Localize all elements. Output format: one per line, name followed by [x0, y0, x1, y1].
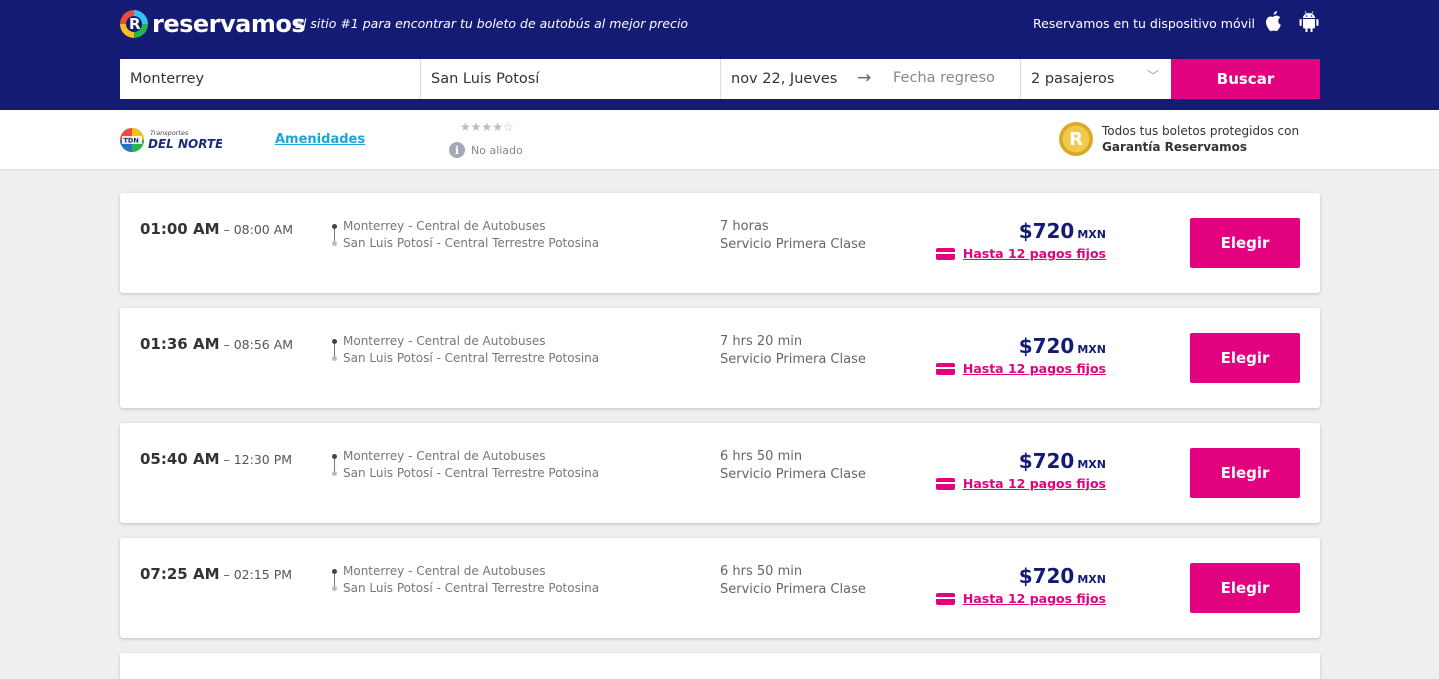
installments-link[interactable]: Hasta 12 pagos fijos: [935, 361, 1106, 376]
trip-list: 01:00 AM – 08:00 AM Monterrey - Central …: [120, 193, 1320, 679]
credit-card-icon: [935, 477, 955, 490]
departure-time: 01:36 AM – 08:56 AM: [140, 335, 294, 353]
destination-field[interactable]: San Luis Potosí: [421, 59, 721, 99]
route: Monterrey - Central de Autobuses San Lui…: [332, 449, 599, 483]
price: $720 MXN: [1018, 564, 1106, 588]
destination-terminal: San Luis Potosí - Central Terrestre Poto…: [343, 581, 600, 595]
credit-card-icon: [935, 247, 955, 260]
origin-terminal: Monterrey - Central de Autobuses: [343, 564, 546, 578]
tagline: El sitio #1 para encontrar tu boleto de …: [295, 16, 689, 31]
departure-time: 05:40 AM – 12:30 PM: [140, 450, 293, 468]
chevron-down-icon: ﹀: [1146, 69, 1159, 83]
trip-card: 01:36 AM – 08:56 AM Monterrey - Central …: [120, 308, 1320, 408]
select-trip-button[interactable]: Elegir: [1190, 563, 1300, 613]
currency: MXN: [1077, 343, 1106, 356]
price: $720 MXN: [1018, 334, 1106, 358]
svg-text:TDN: TDN: [124, 137, 139, 145]
return-date-placeholder[interactable]: Fecha regreso: [893, 70, 995, 86]
destination-terminal: San Luis Potosí - Central Terrestre Poto…: [343, 236, 600, 250]
trip-card: 07:25 AM – 02:15 PM Monterrey - Central …: [120, 538, 1320, 638]
reservamos-logo[interactable]: R reservamos: [120, 10, 306, 38]
trip-card-partial: [120, 653, 1320, 679]
guarantee-badge-icon: R: [1059, 122, 1093, 156]
route: Monterrey - Central de Autobuses San Lui…: [332, 564, 599, 598]
credit-card-icon: [935, 592, 955, 605]
svg-text:Transportes: Transportes: [150, 129, 189, 137]
trip-duration: 6 hrs 50 min: [720, 449, 803, 464]
origin-field[interactable]: Monterrey: [120, 59, 421, 99]
trip-duration: 7 hrs 20 min: [720, 334, 803, 349]
destination-dot-icon: [332, 241, 337, 246]
trip-duration: 7 horas: [720, 219, 769, 234]
rating-stars: ★★★★☆: [460, 120, 514, 134]
logo-mark-icon: R: [120, 10, 148, 38]
carrier-bar: TDN Transportes DEL NORTE. Amenidades ★★…: [0, 110, 1439, 170]
mobile-app-text: Reservamos en tu dispositivo móvil: [1033, 16, 1255, 31]
service-class: Servicio Primera Clase: [720, 352, 866, 367]
route: Monterrey - Central de Autobuses San Lui…: [332, 334, 599, 368]
amenities-link[interactable]: Amenidades: [275, 132, 365, 147]
service-class: Servicio Primera Clase: [720, 582, 866, 597]
installments-link[interactable]: Hasta 12 pagos fijos: [935, 476, 1106, 491]
service-class: Servicio Primera Clase: [720, 467, 866, 482]
passengers-select[interactable]: 2 pasajeros ﹀: [1021, 59, 1171, 99]
search-button[interactable]: Buscar: [1171, 59, 1320, 99]
guarantee-name: Garantía Reservamos: [1102, 140, 1248, 154]
search-bar: Monterrey San Luis Potosí nov 22, Jueves…: [120, 59, 1320, 99]
destination-terminal: San Luis Potosí - Central Terrestre Poto…: [343, 466, 600, 480]
svg-text:DEL NORTE.: DEL NORTE.: [148, 137, 222, 151]
dates-field[interactable]: nov 22, Jueves → Fecha regreso: [721, 59, 1021, 99]
android-icon[interactable]: [1297, 10, 1321, 34]
credit-card-icon: [935, 362, 955, 375]
select-trip-button[interactable]: Elegir: [1190, 333, 1300, 383]
destination-terminal: San Luis Potosí - Central Terrestre Poto…: [343, 351, 600, 365]
select-trip-button[interactable]: Elegir: [1190, 448, 1300, 498]
arrival-time: 02:15 PM: [233, 567, 293, 582]
destination-dot-icon: [332, 471, 337, 476]
trip-duration: 6 hrs 50 min: [720, 564, 803, 579]
info-icon[interactable]: i: [449, 142, 465, 158]
origin-terminal: Monterrey - Central de Autobuses: [343, 449, 546, 463]
arrival-time: 08:56 AM: [233, 337, 294, 352]
destination-dot-icon: [332, 586, 337, 591]
service-class: Servicio Primera Clase: [720, 237, 866, 252]
destination-dot-icon: [332, 356, 337, 361]
select-trip-button[interactable]: Elegir: [1190, 218, 1300, 268]
currency: MXN: [1077, 573, 1106, 586]
arrival-time: 12:30 PM: [233, 452, 293, 467]
origin-terminal: Monterrey - Central de Autobuses: [343, 334, 546, 348]
installments-link[interactable]: Hasta 12 pagos fijos: [935, 246, 1106, 261]
price: $720 MXN: [1018, 219, 1106, 243]
installments-link[interactable]: Hasta 12 pagos fijos: [935, 591, 1106, 606]
currency: MXN: [1077, 228, 1106, 241]
transportes-del-norte-logo: TDN Transportes DEL NORTE.: [120, 128, 222, 152]
passengers-value: 2 pasajeros: [1031, 71, 1115, 87]
guarantee-text: Todos tus boletos protegidos con: [1102, 124, 1300, 138]
arrival-time: 08:00 AM: [233, 222, 294, 237]
affiliation-status: No aliado: [471, 144, 523, 157]
departure-time: 07:25 AM – 02:15 PM: [140, 565, 293, 583]
currency: MXN: [1077, 458, 1106, 471]
price: $720 MXN: [1018, 449, 1106, 473]
site-header: R reservamos El sitio #1 para encontrar …: [0, 0, 1439, 110]
origin-terminal: Monterrey - Central de Autobuses: [343, 219, 546, 233]
route: Monterrey - Central de Autobuses San Lui…: [332, 219, 599, 253]
trip-card: 01:00 AM – 08:00 AM Monterrey - Central …: [120, 193, 1320, 293]
arrow-right-icon: →: [857, 68, 872, 88]
apple-icon[interactable]: [1262, 10, 1284, 34]
logo-text: reservamos: [152, 10, 306, 38]
departure-date[interactable]: nov 22, Jueves: [731, 71, 837, 87]
trip-card: 05:40 AM – 12:30 PM Monterrey - Central …: [120, 423, 1320, 523]
departure-time: 01:00 AM – 08:00 AM: [140, 220, 294, 238]
